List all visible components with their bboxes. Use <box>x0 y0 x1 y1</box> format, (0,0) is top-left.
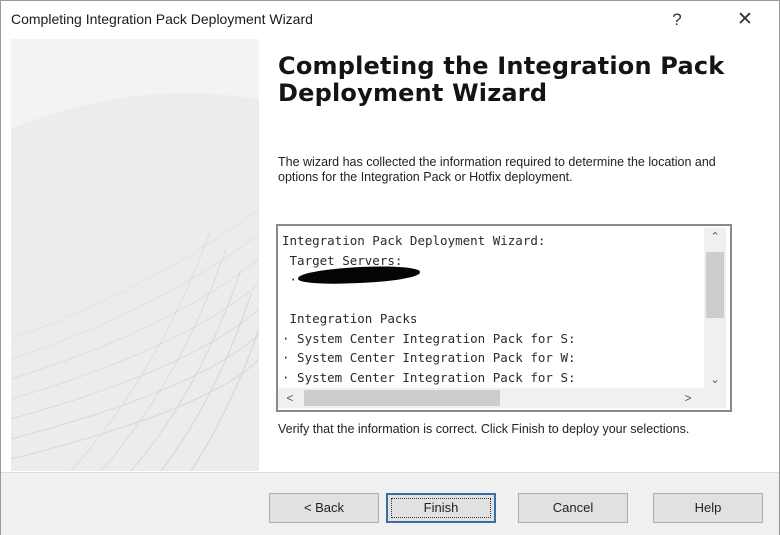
horizontal-scrollbar[interactable]: < > <box>278 388 704 408</box>
summary-line: Integration Pack Deployment Wizard: <box>282 233 546 248</box>
button-bar: < Back Finish Cancel Help <box>1 472 779 535</box>
help-icon[interactable]: ? <box>657 5 697 35</box>
help-button[interactable]: Help <box>653 493 763 523</box>
back-button[interactable]: < Back <box>269 493 379 523</box>
summary-line <box>282 290 702 310</box>
intro-text: The wizard has collected the information… <box>278 155 716 184</box>
vertical-scroll-thumb[interactable] <box>706 252 724 318</box>
vertical-scrollbar[interactable]: ⌃ ⌄ <box>704 228 726 390</box>
scroll-left-icon[interactable]: < <box>280 388 300 408</box>
wizard-side-graphic <box>11 39 259 471</box>
verify-text: Verify that the information is correct. … <box>278 422 690 436</box>
finish-button[interactable]: Finish <box>386 493 496 523</box>
summary-line: · System Center Integration Pack for S: <box>282 330 576 346</box>
title-bar: Completing Integration Pack Deployment W… <box>1 1 779 39</box>
window-title: Completing Integration Pack Deployment W… <box>11 11 313 27</box>
scrollbar-corner <box>704 388 726 408</box>
focus-rectangle <box>391 498 491 518</box>
summary-line: Integration Packs <box>282 311 418 326</box>
cancel-button[interactable]: Cancel <box>518 493 628 523</box>
close-icon[interactable]: ✕ <box>725 5 765 35</box>
deployment-summary-box[interactable]: Integration Pack Deployment Wizard: Targ… <box>276 224 732 412</box>
swoosh-graphic <box>11 39 259 471</box>
scroll-right-icon[interactable]: > <box>678 388 698 408</box>
scroll-up-icon[interactable]: ⌃ <box>704 228 726 246</box>
scroll-down-icon[interactable]: ⌄ <box>704 371 726 389</box>
summary-line: · System Center Integration Pack for W: <box>282 350 576 365</box>
summary-line: · System Center Integration Pack for S: <box>282 369 576 385</box>
wizard-dialog: Completing Integration Pack Deployment W… <box>0 0 780 535</box>
page-heading: Completing the Integration Pack Deployme… <box>278 52 725 107</box>
horizontal-scroll-thumb[interactable] <box>304 390 500 406</box>
summary-text: Integration Pack Deployment Wizard: Targ… <box>282 231 702 387</box>
